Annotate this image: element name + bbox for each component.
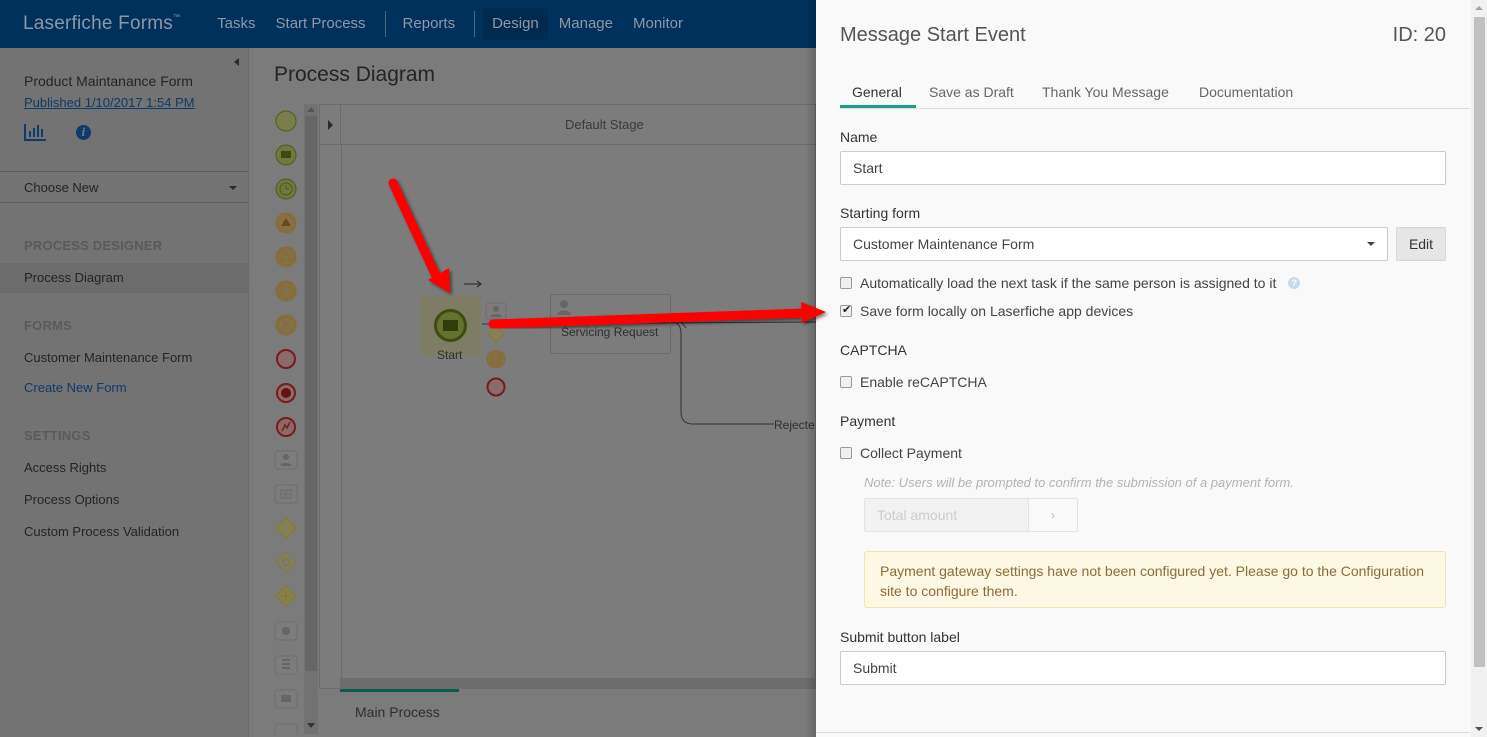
panel-tabs: General Save as Draft Thank You Message …	[840, 80, 1470, 109]
captcha-option: Enable reCAPTCHA	[840, 374, 987, 390]
main-process-tab-indicator	[340, 689, 459, 692]
save-local-checkbox[interactable]	[840, 303, 852, 317]
append-gateway-icon[interactable]	[487, 325, 505, 343]
total-amount-input[interactable]: Total amount	[865, 499, 1029, 531]
collect-payment-checkbox[interactable]	[840, 447, 852, 459]
user-task-servicing-request[interactable]	[550, 294, 671, 354]
save-local-option: Save form locally on Laserfiche app devi…	[840, 303, 1133, 319]
payment-heading: Payment	[840, 413, 896, 429]
tab-thank-you-message[interactable]: Thank You Message	[1042, 84, 1169, 100]
captcha-heading: CAPTCHA	[840, 342, 907, 358]
element-id: ID: 20	[1392, 24, 1446, 46]
scroll-down-icon[interactable]	[1475, 727, 1483, 731]
active-tab-indicator	[840, 105, 916, 108]
starting-form-select[interactable]: Customer Maintenance Form	[840, 227, 1388, 261]
panel-footer-divider	[816, 732, 1470, 733]
start-event-label: Start	[437, 348, 463, 362]
user-icon	[557, 300, 571, 315]
auto-load-option: Automatically load the next task if the …	[840, 275, 1301, 291]
envelope-icon	[443, 320, 458, 331]
properties-panel: Message Start Event ID: 20 General Save …	[816, 0, 1487, 737]
panel-scrollbar[interactable]	[1471, 0, 1487, 737]
starting-form-label: Starting form	[840, 205, 921, 221]
collect-payment-label: Collect Payment	[860, 445, 962, 461]
amount-variable-button[interactable]: ›	[1029, 499, 1077, 531]
auto-load-checkbox[interactable]	[840, 277, 852, 289]
task-label: Servicing Request	[561, 325, 659, 339]
panel-title: Message Start Event	[840, 24, 1026, 46]
context-pad	[485, 302, 507, 397]
payment-note: Note: Users will be prompted to confirm …	[864, 475, 1294, 490]
canvas-horizontal-scrollbar[interactable]	[340, 678, 816, 689]
save-local-label: Save form locally on Laserfiche app devi…	[860, 303, 1134, 319]
edit-form-button[interactable]: Edit	[1396, 227, 1446, 261]
auto-load-label: Automatically load the next task if the …	[860, 275, 1277, 291]
enable-recaptcha-checkbox[interactable]	[840, 376, 852, 388]
append-timer-icon[interactable]	[486, 349, 506, 369]
scroll-up-icon[interactable]	[1475, 6, 1483, 10]
payment-option: Collect Payment	[840, 445, 962, 461]
enable-recaptcha-label: Enable reCAPTCHA	[860, 374, 987, 390]
tab-general[interactable]: General	[852, 84, 902, 100]
starting-form-value: Customer Maintenance Form	[853, 236, 1035, 252]
tab-save-as-draft[interactable]: Save as Draft	[929, 84, 1014, 100]
scrollbar-thumb[interactable]	[1474, 17, 1485, 667]
panel-shadow	[806, 0, 816, 737]
name-label: Name	[840, 129, 878, 145]
submit-label-input[interactable]: Submit	[840, 651, 1446, 685]
payment-warning-alert: Payment gateway settings have not been c…	[864, 551, 1446, 608]
chevron-down-icon	[1367, 242, 1375, 246]
name-input[interactable]: Start	[840, 151, 1446, 185]
diagram-connectors	[464, 280, 816, 425]
tab-documentation[interactable]: Documentation	[1199, 84, 1293, 100]
append-end-event-icon[interactable]	[486, 377, 506, 397]
submit-label-heading: Submit button label	[840, 629, 960, 645]
total-amount-group: Total amount ›	[864, 498, 1078, 532]
tab-main-process[interactable]: Main Process	[355, 704, 440, 720]
append-user-task-icon[interactable]	[485, 302, 507, 320]
help-icon[interactable]: ?	[1288, 277, 1301, 289]
